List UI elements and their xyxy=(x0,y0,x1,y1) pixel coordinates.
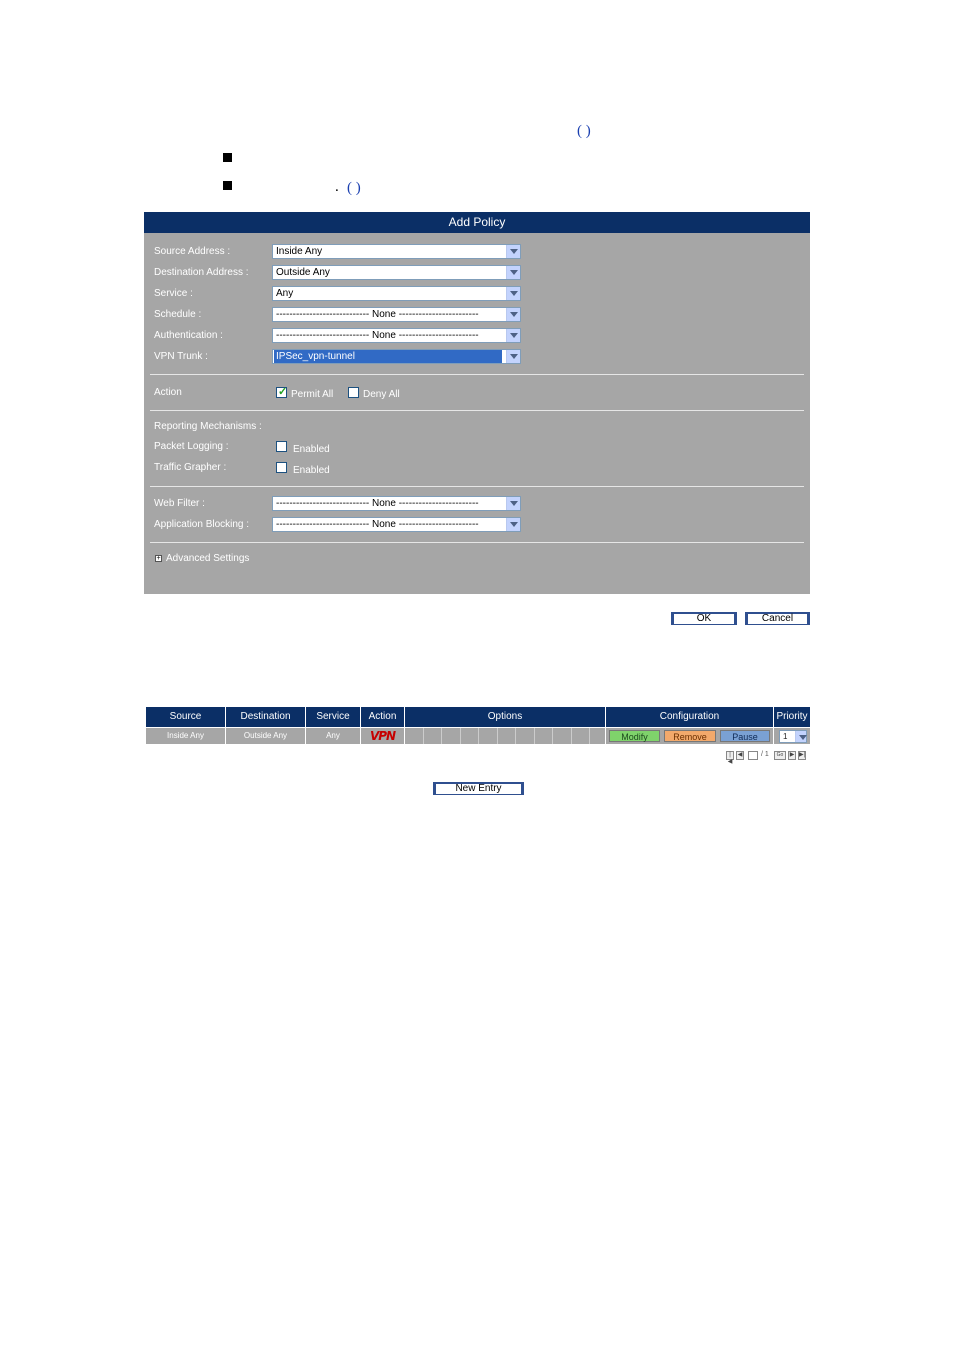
traffic-grapher-label: Traffic Grapher : xyxy=(154,462,227,473)
packet-logging-enabled-label: Enabled xyxy=(293,444,330,455)
divider xyxy=(150,486,804,487)
row-priority: 1 xyxy=(774,728,810,744)
expand-plus-icon[interactable]: + xyxy=(155,555,162,562)
source-address-select[interactable]: Inside Any xyxy=(272,244,521,259)
schedule-label: Schedule : xyxy=(154,309,202,320)
chevron-down-icon[interactable] xyxy=(506,245,520,258)
table-row: Inside Any Outside Any Any VPN Modify Re… xyxy=(146,728,810,744)
schedule-select[interactable]: ---------------------------- None ------… xyxy=(272,307,521,322)
application-blocking-select[interactable]: ---------------------------- None ------… xyxy=(272,517,521,532)
source-address-label: Source Address : xyxy=(154,246,231,257)
options-cell-divider xyxy=(478,728,480,744)
options-cell-divider xyxy=(441,728,443,744)
chevron-down-icon[interactable] xyxy=(506,497,520,510)
remove-button[interactable]: Remove xyxy=(664,730,716,742)
packet-logging-checkbox[interactable] xyxy=(276,441,287,452)
service-select[interactable]: Any xyxy=(272,286,521,301)
cancel-button[interactable]: Cancel xyxy=(745,612,810,625)
web-filter-label: Web Filter : xyxy=(154,498,205,509)
row-service: Any xyxy=(306,728,360,744)
policy-table: Source Destination Service Action Option… xyxy=(146,707,810,747)
chevron-down-icon[interactable] xyxy=(506,350,520,363)
doc-period: . xyxy=(335,179,339,195)
options-cell-divider xyxy=(515,728,517,744)
destination-address-select[interactable]: Outside Any xyxy=(272,265,521,280)
pause-button[interactable]: Pause xyxy=(720,730,770,742)
row-options xyxy=(405,728,605,744)
col-header-source: Source xyxy=(146,707,225,727)
row-source: Inside Any xyxy=(146,728,225,744)
new-entry-button[interactable]: New Entry xyxy=(433,782,524,795)
modify-button[interactable]: Modify xyxy=(609,730,660,742)
vpn-action-icon: VPN xyxy=(361,728,404,744)
priority-select[interactable]: 1 xyxy=(779,730,807,743)
authentication-label: Authentication : xyxy=(154,330,223,341)
first-page-icon[interactable]: |◀ xyxy=(726,751,734,765)
chevron-down-icon[interactable] xyxy=(795,731,807,742)
permit-all-label: Permit All xyxy=(291,389,334,400)
options-cell-divider xyxy=(423,728,425,744)
go-button[interactable]: Go xyxy=(774,751,786,760)
last-page-icon[interactable]: ▶| xyxy=(798,751,806,760)
vpn-trunk-label: VPN Trunk : xyxy=(154,351,208,362)
application-blocking-label: Application Blocking : xyxy=(154,519,250,530)
authentication-select[interactable]: ---------------------------- None ------… xyxy=(272,328,521,343)
options-cell-divider xyxy=(552,728,554,744)
packet-logging-label: Packet Logging : xyxy=(154,441,229,452)
priority-value: 1 xyxy=(783,732,788,741)
options-cell-divider xyxy=(497,728,499,744)
prev-page-icon[interactable]: ◀ xyxy=(736,751,744,760)
chevron-down-icon[interactable] xyxy=(506,518,520,531)
add-policy-panel: Add Policy Source Address : Inside Any D… xyxy=(144,212,810,594)
page-input[interactable] xyxy=(748,751,758,760)
add-policy-title: Add Policy xyxy=(144,212,810,233)
col-header-options: Options xyxy=(405,707,605,727)
destination-address-label: Destination Address : xyxy=(154,267,249,278)
col-header-destination: Destination xyxy=(226,707,305,727)
row-destination: Outside Any xyxy=(226,728,305,744)
chevron-down-icon[interactable] xyxy=(506,266,520,279)
permit-all-checkbox[interactable] xyxy=(276,385,287,398)
web-filter-select[interactable]: ---------------------------- None ------… xyxy=(272,496,521,511)
row-configuration: Modify Remove Pause xyxy=(606,728,773,744)
next-page-icon[interactable]: ▶ xyxy=(788,751,796,760)
options-cell-divider xyxy=(534,728,536,744)
vpn-trunk-select[interactable]: IPSec_vpn-tunnel xyxy=(272,349,521,364)
traffic-grapher-enabled-label: Enabled xyxy=(293,465,330,476)
bullet-icon xyxy=(223,181,232,190)
col-header-configuration: Configuration xyxy=(606,707,773,727)
doc-parenthetical-1: ( ) xyxy=(577,123,591,139)
divider xyxy=(150,542,804,543)
ok-button[interactable]: OK xyxy=(671,612,737,625)
deny-all-checkbox[interactable] xyxy=(348,387,359,398)
deny-all-label: Deny All xyxy=(363,389,400,400)
doc-parenthetical-2: ( ) xyxy=(347,180,361,196)
col-header-service: Service xyxy=(306,707,360,727)
options-cell-divider xyxy=(571,728,573,744)
divider xyxy=(150,410,804,411)
reporting-mechanisms-heading: Reporting Mechanisms : xyxy=(154,421,262,432)
chevron-down-icon[interactable] xyxy=(506,329,520,342)
chevron-down-icon[interactable] xyxy=(506,287,520,300)
options-cell-divider xyxy=(589,728,591,744)
options-cell-divider xyxy=(460,728,462,744)
col-header-action: Action xyxy=(361,707,404,727)
traffic-grapher-checkbox[interactable] xyxy=(276,462,287,473)
page-total: / 1 xyxy=(761,751,769,758)
chevron-down-icon[interactable] xyxy=(506,308,520,321)
service-label: Service : xyxy=(154,288,193,299)
bullet-icon xyxy=(223,153,232,162)
advanced-settings-link[interactable]: Advanced Settings xyxy=(166,553,249,564)
col-header-priority: Priority xyxy=(774,707,810,727)
pager: |◀ ◀ / 1 Go ▶ ▶| xyxy=(726,751,810,765)
divider xyxy=(150,374,804,375)
action-label: Action xyxy=(154,387,182,398)
